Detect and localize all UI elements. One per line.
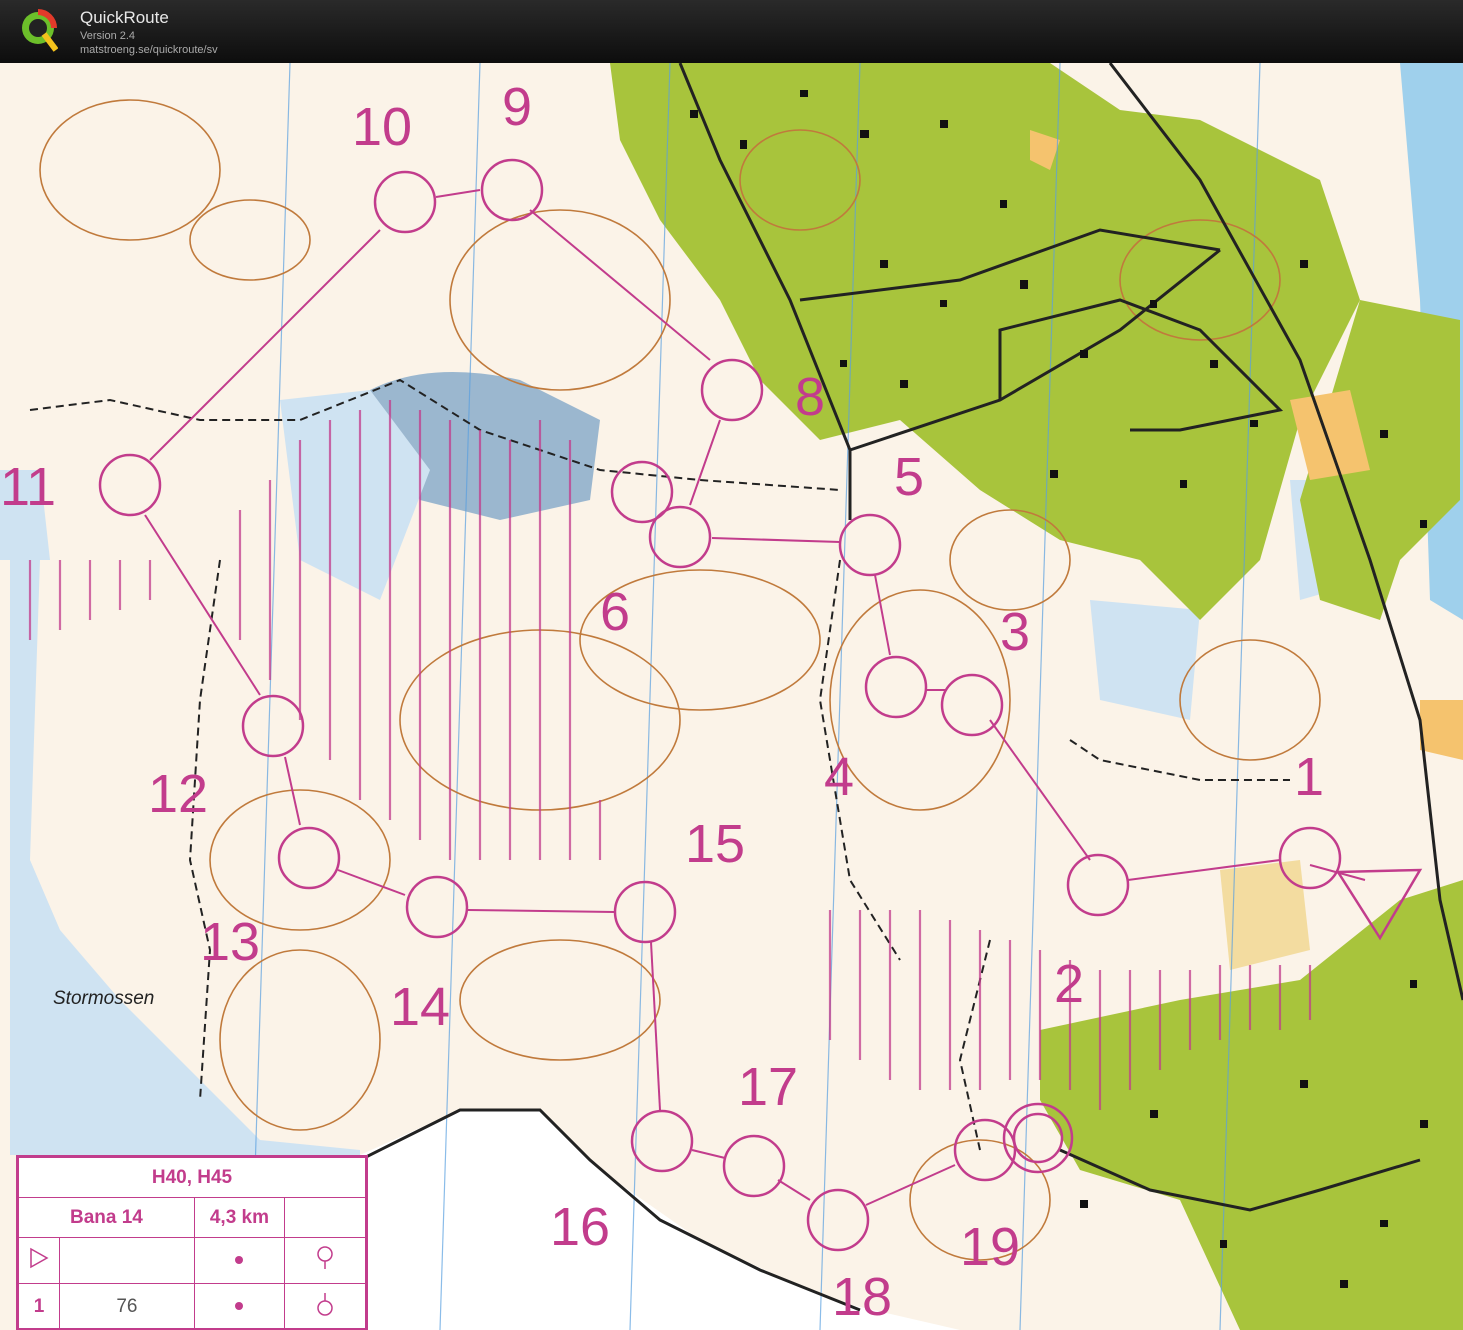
legend-circle-symbol-icon [284,1237,366,1284]
control-label-4: 4 [824,747,854,807]
place-name-stormossen: Stormossen [53,988,154,1009]
control-label-5: 5 [894,447,924,507]
legend-length: 4,3 km [193,1197,286,1238]
control-label-9: 9 [502,77,532,137]
orienteering-map[interactable]: 1 2 3 4 5 6 8 9 10 11 12 13 14 15 16 17 … [0,63,1463,1330]
title-bar: QuickRoute Version 2.4 matstroeng.se/qui… [0,0,1463,63]
control-label-18: 18 [832,1267,892,1327]
course-legend: H40, H45 Bana 14 4,3 km 1 76 [16,1155,368,1330]
app-title: QuickRoute [80,8,169,27]
app-url[interactable]: matstroeng.se/quickroute/sv [80,44,218,56]
control-label-2: 2 [1054,954,1084,1014]
app-version: Version 2.4 [80,30,136,42]
legend-start-symbol-icon [18,1237,60,1284]
legend-circle-symbol-icon [284,1283,366,1330]
control-label-15: 15 [685,814,745,874]
control-label-3: 3 [1000,602,1030,662]
control-label-17: 17 [738,1057,798,1117]
legend-control-no: 1 [18,1283,60,1330]
control-label-1: 1 [1294,747,1324,807]
control-label-10: 10 [352,97,412,157]
control-label-12: 12 [148,764,208,824]
legend-control-code: 76 [59,1283,195,1330]
legend-classes: H40, H45 [18,1157,366,1198]
legend-course: Bana 14 [18,1197,195,1238]
legend-dot-icon [193,1237,286,1284]
map-canvas: 1 2 3 4 5 6 8 9 10 11 12 13 14 15 16 17 … [0,63,1463,1330]
control-label-13: 13 [200,912,260,972]
control-label-14: 14 [390,977,450,1037]
control-label-6: 6 [600,582,630,642]
control-label-16: 16 [550,1197,610,1257]
control-label-8: 8 [795,367,825,427]
control-label-11: 11 [0,457,56,517]
quickroute-logo-icon [22,9,58,52]
legend-dot-icon [193,1283,286,1330]
control-label-19: 19 [960,1217,1020,1277]
